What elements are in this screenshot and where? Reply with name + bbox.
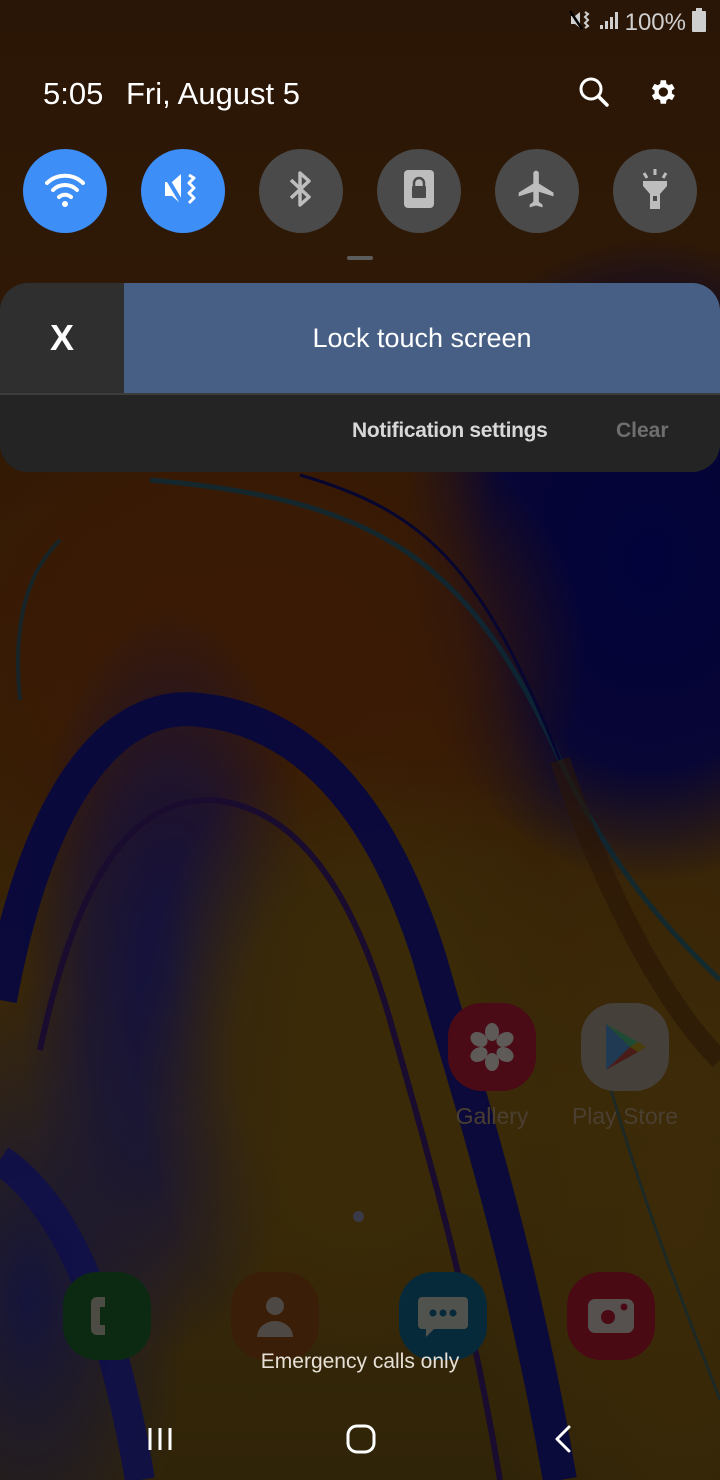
vibrate-mute-icon bbox=[568, 9, 593, 36]
app-label: Gallery bbox=[455, 1103, 529, 1129]
page-indicator bbox=[353, 1211, 364, 1222]
app-play-store[interactable]: Play Store bbox=[572, 1003, 678, 1130]
portrait-lock-icon bbox=[403, 169, 435, 214]
toggle-wifi[interactable] bbox=[23, 149, 107, 233]
contacts-icon bbox=[231, 1272, 319, 1360]
gallery-icon bbox=[448, 1003, 536, 1091]
play-store-icon bbox=[581, 1003, 669, 1091]
toggle-screen-lock[interactable] bbox=[377, 149, 461, 233]
home-button[interactable] bbox=[331, 1420, 391, 1462]
camera-icon bbox=[567, 1272, 655, 1360]
back-button[interactable] bbox=[533, 1420, 593, 1462]
toggle-flashlight[interactable] bbox=[613, 149, 697, 233]
recents-button[interactable] bbox=[130, 1420, 190, 1462]
quick-toggles bbox=[0, 149, 720, 233]
battery-percent: 100% bbox=[624, 8, 686, 36]
vibrate-icon bbox=[161, 169, 205, 214]
signal-icon bbox=[599, 10, 619, 35]
date[interactable]: Fri, August 5 bbox=[126, 76, 300, 112]
phone-icon bbox=[63, 1272, 151, 1360]
back-icon bbox=[551, 1423, 575, 1460]
panel-drag-handle[interactable] bbox=[347, 256, 373, 260]
battery-icon bbox=[692, 8, 706, 37]
dock-messages[interactable] bbox=[398, 1272, 488, 1360]
clock: 5:05 bbox=[43, 76, 104, 111]
notification-card: X Lock touch screen Notification setting… bbox=[0, 283, 720, 472]
toggle-bluetooth[interactable] bbox=[259, 149, 343, 233]
notification-close-button[interactable]: X bbox=[0, 283, 124, 393]
emergency-calls-text: Emergency calls only bbox=[260, 1350, 460, 1373]
toggle-vibrate[interactable] bbox=[141, 149, 225, 233]
dock-contacts[interactable] bbox=[230, 1272, 320, 1360]
recents-icon bbox=[146, 1425, 174, 1458]
dock-camera[interactable] bbox=[566, 1272, 656, 1360]
toggle-airplane[interactable] bbox=[495, 149, 579, 233]
status-bar: 100% bbox=[0, 0, 720, 44]
bluetooth-icon bbox=[286, 169, 316, 214]
messages-icon bbox=[399, 1272, 487, 1360]
navigation-bar bbox=[0, 1400, 720, 1480]
divider bbox=[0, 393, 720, 395]
dock-phone[interactable] bbox=[62, 1272, 152, 1360]
home-icon bbox=[345, 1423, 377, 1460]
flashlight-icon bbox=[638, 167, 672, 216]
airplane-icon bbox=[515, 167, 559, 216]
search-icon bbox=[578, 76, 610, 113]
search-button[interactable] bbox=[574, 74, 614, 114]
panel-header: 5:05 Fri, August 5 bbox=[0, 70, 720, 120]
app-label: Play Store bbox=[571, 1103, 679, 1129]
gear-icon bbox=[646, 76, 678, 113]
app-gallery[interactable]: Gallery bbox=[447, 1003, 537, 1130]
settings-button[interactable] bbox=[642, 74, 682, 114]
wifi-icon bbox=[43, 169, 87, 214]
notification-lock-touch-screen[interactable]: Lock touch screen bbox=[124, 283, 720, 393]
clear-button[interactable]: Clear bbox=[616, 419, 669, 443]
notification-settings-button[interactable]: Notification settings bbox=[352, 419, 548, 443]
